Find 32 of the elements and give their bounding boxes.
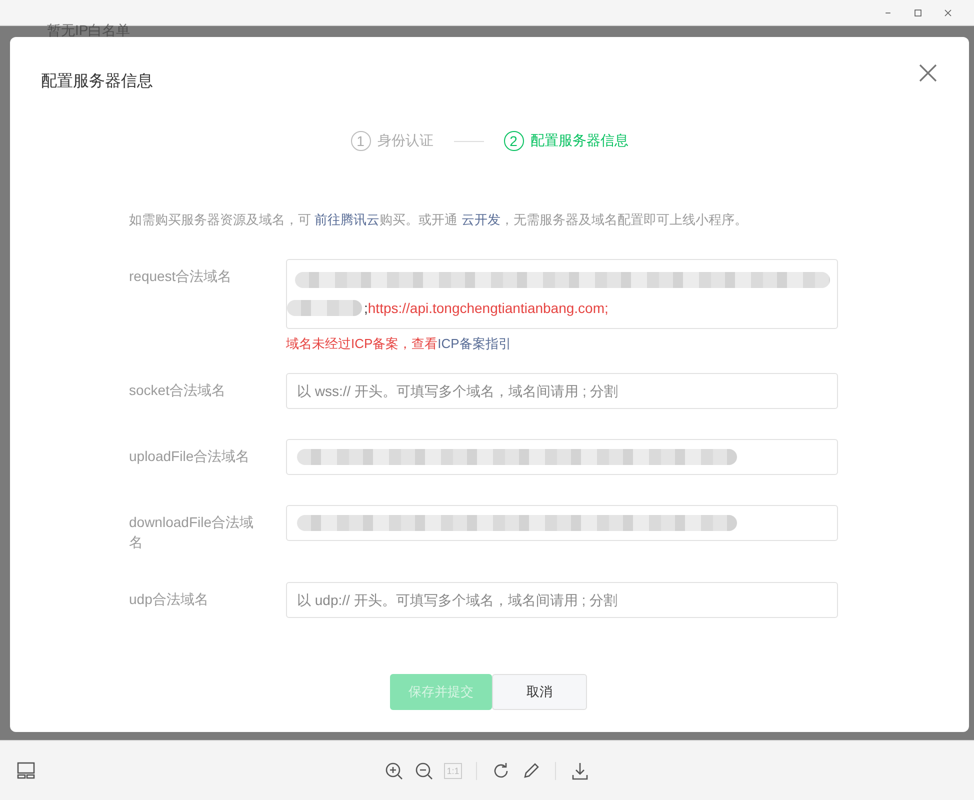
zoom-out-icon[interactable] — [414, 760, 434, 780]
close-icon[interactable] — [942, 6, 954, 18]
domain-input[interactable] — [286, 439, 838, 475]
field-label: uploadFile合法域名 — [129, 447, 251, 466]
field-label: udp合法域名 — [129, 590, 210, 609]
domain-value: ; — [364, 300, 368, 316]
cancel-button[interactable]: 取消 — [492, 674, 587, 710]
step-label: 配置服务器信息 — [530, 132, 628, 150]
download-icon[interactable] — [570, 760, 590, 780]
error-message: 域名未经过ICP备案，查看ICP备案指引 — [286, 335, 512, 353]
dialog-title: 配置服务器信息 — [41, 72, 153, 92]
notice-link[interactable]: 前往腾讯云 — [314, 212, 380, 227]
step-number: 1 — [350, 131, 370, 151]
domain-input[interactable] — [286, 505, 838, 541]
notice-text: 如需购买服务器资源及域名，可 前往腾讯云购买。或开通 云开发，无需服务器及域名配置即可上线小程序。 — [129, 211, 748, 229]
layout-icon[interactable] — [16, 760, 36, 780]
domain-textarea[interactable]: ;https://api.tongchengtiantianbang.com; — [286, 259, 838, 329]
step-label: 身份认证 — [378, 132, 434, 150]
close-icon[interactable] — [918, 63, 938, 83]
maximize-icon[interactable] — [912, 6, 924, 18]
background-text: 暂无IP白名单 — [47, 22, 130, 40]
domain-input[interactable]: 以 udp:// 开头。可填写多个域名，域名间请用 ; 分割 — [286, 582, 838, 618]
invalid-domain: https://api.tongchengtiantianbang.com; — [368, 300, 608, 316]
domain-input[interactable]: 以 wss:// 开头。可填写多个域名，域名间请用 ; 分割 — [286, 373, 838, 409]
notice-link[interactable]: 云开发 — [461, 212, 500, 227]
field-label: request合法域名 — [129, 267, 233, 286]
icp-guide-link[interactable]: ICP备案指引 — [438, 336, 512, 351]
zoom-in-icon[interactable] — [384, 760, 404, 780]
step-number: 2 — [504, 131, 524, 151]
pencil-icon[interactable] — [521, 760, 542, 780]
field-label: socket合法域名 — [129, 381, 226, 400]
field-label: downloadFile合法域名 — [129, 513, 254, 552]
